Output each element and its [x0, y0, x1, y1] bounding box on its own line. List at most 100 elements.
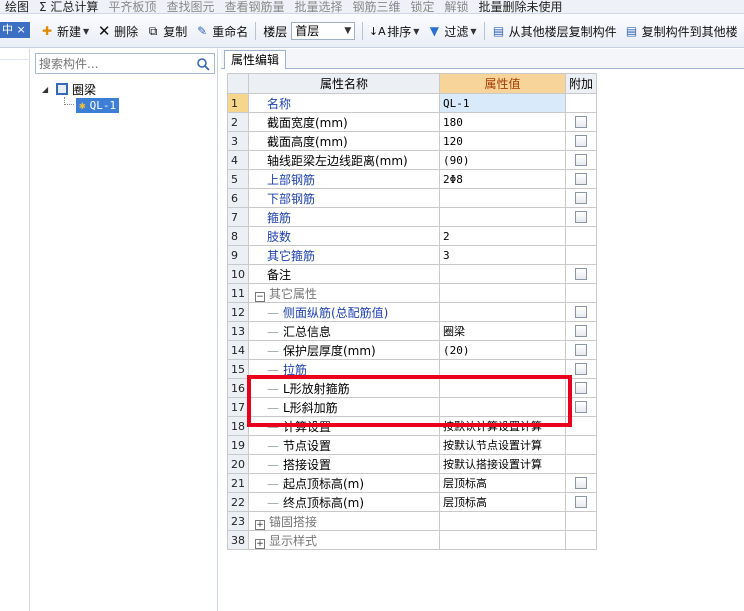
copy-to-floor-button[interactable]: ▤ 复制构件到其他楼 [621, 20, 742, 42]
property-value[interactable]: 层顶标高 [439, 492, 566, 512]
property-value[interactable]: 按默认节点设置计算 [439, 435, 566, 455]
property-name-cell[interactable]: + 显示样式 [248, 530, 440, 550]
property-name-cell[interactable]: 箍筋 [248, 207, 440, 227]
property-name-cell[interactable]: 轴线距梁左边线距离(mm) [248, 150, 440, 170]
property-name-cell[interactable]: 名称 [248, 93, 440, 113]
tab-property-edit[interactable]: 属性编辑 [224, 50, 287, 69]
property-name-cell[interactable]: — 终点顶标高(m) [248, 492, 440, 512]
extra-checkbox[interactable] [575, 211, 587, 223]
property-value[interactable] [439, 359, 566, 379]
property-row[interactable]: 1 名称 QL-1 [227, 93, 598, 113]
property-name-cell[interactable]: 其它箍筋 [248, 245, 440, 265]
property-value[interactable]: 2Φ8 [439, 169, 566, 189]
expand-icon[interactable]: + [255, 519, 265, 530]
property-value[interactable] [439, 188, 566, 208]
tree-node-child[interactable]: ✱ QL-1 [64, 97, 120, 113]
menubar-item[interactable]: Σ 汇总计算 [34, 1, 103, 13]
extra-checkbox[interactable] [575, 192, 587, 204]
property-value[interactable]: (20) [439, 340, 566, 360]
property-row[interactable]: 4 轴线距梁左边线距离(mm) (90) [227, 150, 598, 170]
property-value[interactable] [439, 283, 566, 303]
property-row[interactable]: 38 + 显示样式 [227, 530, 598, 550]
extra-checkbox[interactable] [575, 344, 587, 356]
property-value[interactable]: 2 [439, 226, 566, 246]
menubar-item[interactable]: 查找图元 [161, 1, 219, 13]
extra-checkbox[interactable] [575, 401, 587, 413]
floor-select[interactable]: 首层 ▼ [291, 22, 356, 40]
extra-checkbox[interactable] [575, 173, 587, 185]
property-value[interactable]: 按默认计算设置计算 [439, 416, 566, 436]
search-input[interactable] [36, 54, 186, 73]
property-name-cell[interactable]: + 锚固搭接 [248, 511, 440, 531]
property-value[interactable] [439, 511, 566, 531]
collapse-icon[interactable]: − [255, 291, 265, 302]
property-name-cell[interactable]: 截面宽度(mm) [248, 112, 440, 132]
property-row[interactable]: 14 — 保护层厚度(mm) (20) [227, 340, 598, 360]
filter-button[interactable]: ▼ 过滤 ▼ [423, 20, 480, 42]
property-row[interactable]: 6 下部钢筋 [227, 188, 598, 208]
property-value[interactable] [439, 530, 566, 550]
property-row[interactable]: 16 — L形放射箍筋 [227, 378, 598, 398]
property-row[interactable]: 21 — 起点顶标高(m) 层顶标高 [227, 473, 598, 493]
extra-checkbox[interactable] [575, 116, 587, 128]
collapse-icon[interactable]: ◢ [42, 85, 52, 94]
property-row[interactable]: 5 上部钢筋 2Φ8 [227, 169, 598, 189]
tree-node-root[interactable]: ◢ 圈梁 [42, 81, 119, 97]
property-name-cell[interactable]: — 汇总信息 [248, 321, 440, 341]
menubar-item[interactable]: 钢筋三维 [347, 1, 405, 13]
menubar-item[interactable]: 批量删除未使用 [474, 1, 568, 13]
left-panel-tab[interactable]: 中 × [0, 22, 30, 38]
rename-button[interactable]: ✎ 重命名 [191, 20, 252, 42]
extra-checkbox[interactable] [575, 477, 587, 489]
copy-from-floor-button[interactable]: ▤ 从其他楼层复制构件 [488, 20, 621, 42]
property-row[interactable]: 18 — 计算设置 按默认计算设置计算 [227, 416, 598, 436]
tree-node-selected[interactable]: ✱ QL-1 [76, 97, 120, 113]
menubar-item[interactable]: 锁定 [406, 1, 440, 13]
menubar-item[interactable]: 批量选择 [289, 1, 347, 13]
property-row[interactable]: 20 — 搭接设置 按默认搭接设置计算 [227, 454, 598, 474]
property-name-cell[interactable]: — 节点设置 [248, 435, 440, 455]
expand-icon[interactable]: + [255, 538, 265, 549]
property-name-cell[interactable]: 下部钢筋 [248, 188, 440, 208]
extra-checkbox[interactable] [575, 135, 587, 147]
property-value[interactable] [439, 302, 566, 322]
delete-button[interactable]: ✕ 删除 [93, 20, 142, 42]
property-value[interactable]: 3 [439, 245, 566, 265]
menubar-item[interactable]: 解锁 [440, 1, 474, 13]
property-row[interactable]: 15 — 拉筋 [227, 359, 598, 379]
extra-checkbox[interactable] [575, 325, 587, 337]
property-value[interactable]: (90) [439, 150, 566, 170]
property-value[interactable]: 120 [439, 131, 566, 151]
property-value[interactable]: 按默认搭接设置计算 [439, 454, 566, 474]
property-name-cell[interactable]: — 拉筋 [248, 359, 440, 379]
extra-checkbox[interactable] [575, 496, 587, 508]
menubar-item[interactable]: 查看钢筋量 [219, 1, 289, 13]
extra-checkbox[interactable] [575, 363, 587, 375]
property-name-cell[interactable]: − 其它属性 [248, 283, 440, 303]
search-icon[interactable] [196, 57, 210, 71]
sort-button[interactable]: ↓A 排序 ▼ [366, 20, 423, 42]
property-value[interactable] [439, 397, 566, 417]
property-name-cell[interactable]: 截面高度(mm) [248, 131, 440, 151]
extra-checkbox[interactable] [575, 382, 587, 394]
property-value[interactable] [439, 264, 566, 284]
property-row[interactable]: 22 — 终点顶标高(m) 层顶标高 [227, 492, 598, 512]
property-row[interactable]: 17 — L形斜加筋 [227, 397, 598, 417]
copy-button[interactable]: ⧉ 复制 [142, 20, 191, 42]
property-name-cell[interactable]: — 起点顶标高(m) [248, 473, 440, 493]
property-row[interactable]: 7 箍筋 [227, 207, 598, 227]
property-value[interactable]: 圈梁 [439, 321, 566, 341]
property-value[interactable] [439, 207, 566, 227]
property-row[interactable]: 2 截面宽度(mm) 180 [227, 112, 598, 132]
property-value[interactable] [439, 378, 566, 398]
property-name-cell[interactable]: — 保护层厚度(mm) [248, 340, 440, 360]
property-value[interactable]: 层顶标高 [439, 473, 566, 493]
property-row[interactable]: 10 备注 [227, 264, 598, 284]
property-name-cell[interactable]: 上部钢筋 [248, 169, 440, 189]
property-name-cell[interactable]: — 搭接设置 [248, 454, 440, 474]
property-value[interactable]: QL-1 [439, 93, 566, 113]
extra-checkbox[interactable] [575, 154, 587, 166]
extra-checkbox[interactable] [575, 268, 587, 280]
property-value[interactable]: 180 [439, 112, 566, 132]
property-row[interactable]: 19 — 节点设置 按默认节点设置计算 [227, 435, 598, 455]
